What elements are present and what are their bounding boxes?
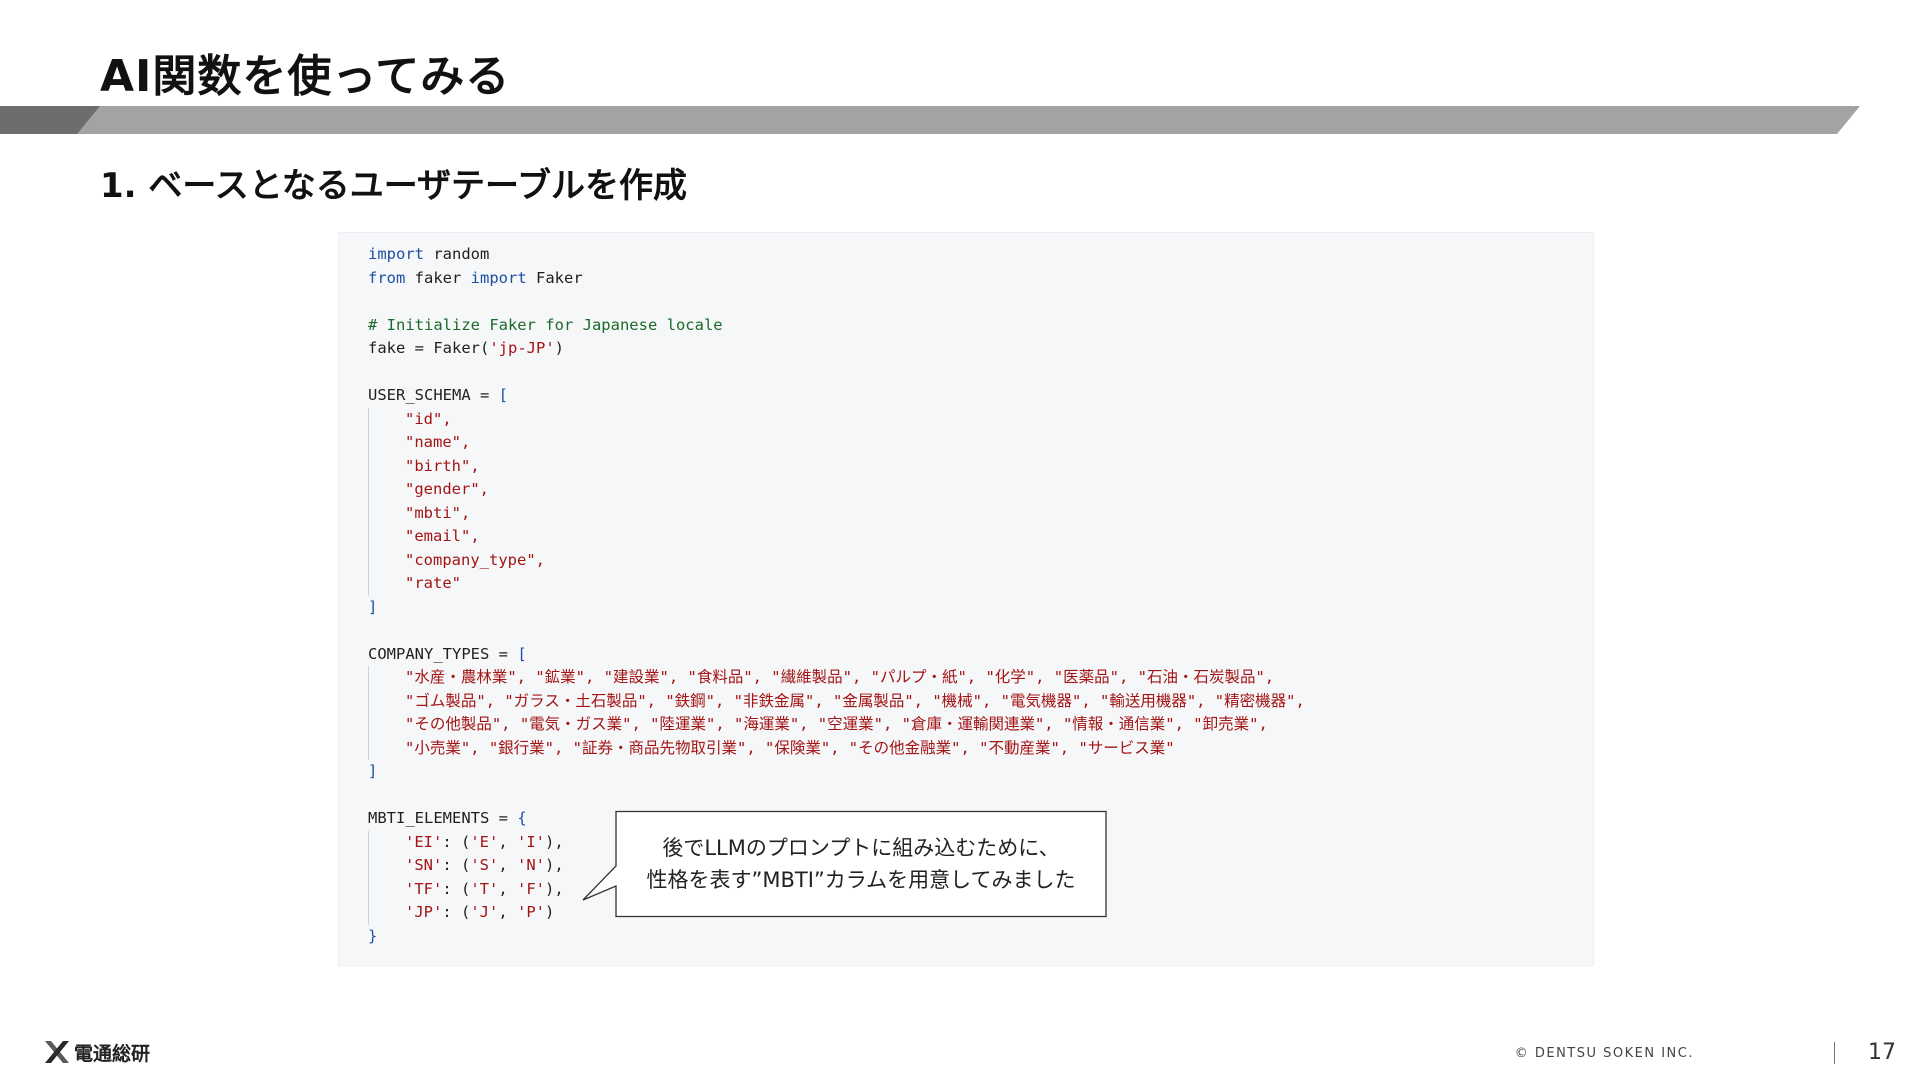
code-string: 'TF' xyxy=(405,879,443,898)
code-string: 'F' xyxy=(517,879,545,898)
code-text: ) xyxy=(545,903,555,921)
section-subtitle: 1. ベースとなるユーザテーブルを作成 xyxy=(100,166,687,206)
code-string: 'T' xyxy=(470,879,499,898)
x-logo-icon xyxy=(45,1041,69,1063)
code-string: "その他製品", "電気・ガス業", "陸運業", "海運業", "空運業", … xyxy=(405,715,1268,733)
code-list-item: "company_type", xyxy=(368,548,1305,572)
code-list-item: "birth", xyxy=(368,454,1305,478)
code-text: USER_SCHEMA = xyxy=(368,386,499,404)
code-string: 'EI' xyxy=(405,832,443,851)
code-line-import-random: import random xyxy=(368,243,1305,267)
code-string: "rate" xyxy=(405,574,461,592)
code-list-item: "小売業", "銀行業", "証券・商品先物取引業", "保険業", "その他金… xyxy=(368,736,1305,760)
company-logo: 電通総研 xyxy=(42,1038,150,1066)
callout-line-1: 後でLLMのプロンプトに組み込むために、 xyxy=(662,836,1060,860)
code-list-item: "gender", xyxy=(368,478,1305,502)
title-divider-bar xyxy=(0,106,1860,134)
code-string: 'jp-JP' xyxy=(489,339,555,357)
code-line-close-bracket: ] xyxy=(368,760,1305,784)
code-line-company-types: COMPANY_TYPES = [ xyxy=(368,643,1305,667)
code-string: "id", xyxy=(405,409,452,428)
code-list-item: "email", xyxy=(368,525,1305,549)
code-text: ) xyxy=(554,339,564,357)
code-bracket: { xyxy=(517,809,527,827)
code-keyword: from xyxy=(368,268,406,287)
code-string: 'E' xyxy=(470,832,499,851)
code-list-item: "name", xyxy=(368,431,1305,455)
code-string: 'SN' xyxy=(405,856,443,874)
code-bracket: } xyxy=(368,926,378,945)
code-string: "水産・農林業", "鉱業", "建設業", "食料品", "繊維製品", "パ… xyxy=(405,668,1275,686)
slide: AI関数を使ってみる 1. ベースとなるユーザテーブルを作成 import ra… xyxy=(0,0,1920,1080)
copyright-notice: © DENTSU SOKEN INC. xyxy=(1514,1046,1694,1061)
code-string: 'I' xyxy=(517,832,545,851)
code-text: COMPANY_TYPES = xyxy=(368,644,518,663)
code-line-fake-assign: fake = Faker('jp-JP') xyxy=(368,337,1305,361)
code-string: 'JP' xyxy=(405,903,443,921)
code-list-item: "mbti", xyxy=(368,501,1305,525)
code-string: "mbti", xyxy=(405,503,471,522)
code-line-user-schema: USER_SCHEMA = [ xyxy=(368,384,1305,408)
code-list-item: "id", xyxy=(368,407,1305,431)
code-string: "name", xyxy=(405,433,471,451)
code-bracket: [ xyxy=(498,386,508,404)
code-list-item: "rate" xyxy=(368,572,1305,596)
code-bracket: ] xyxy=(368,597,378,616)
code-text: ), xyxy=(545,879,564,898)
logo-wordmark: 電通総研 xyxy=(74,1042,151,1065)
code-bracket: ] xyxy=(368,762,378,780)
code-text: faker xyxy=(405,268,471,287)
code-line-close-bracket: ] xyxy=(368,596,1305,620)
code-string: "ゴム製品", "ガラス・土石製品", "鉄鋼", "非鉄金属", "金属製品"… xyxy=(405,691,1305,710)
code-text: fake = Faker( xyxy=(368,339,490,357)
code-list-item: "ゴム製品", "ガラス・土石製品", "鉄鋼", "非鉄金属", "金属製品"… xyxy=(368,689,1305,713)
code-line-from-faker: from faker import Faker xyxy=(368,267,1305,291)
code-text: MBTI_ELEMENTS = xyxy=(368,809,518,827)
code-string: "email", xyxy=(405,527,480,545)
code-keyword: import xyxy=(368,245,424,263)
code-string: 'S' xyxy=(470,856,499,874)
code-string: "小売業", "銀行業", "証券・商品先物取引業", "保険業", "その他金… xyxy=(405,738,1175,757)
code-string: "gender", xyxy=(405,480,489,498)
footer-divider xyxy=(1834,1042,1835,1064)
code-string: 'N' xyxy=(517,856,545,874)
code-text: ), xyxy=(545,832,564,851)
code-string: 'P' xyxy=(517,903,545,921)
slide-title: AI関数を使ってみる xyxy=(100,51,511,102)
code-text: ), xyxy=(545,856,564,874)
code-string: 'J' xyxy=(470,903,499,921)
callout-text: 後でLLMのプロンプトに組み込むために、 性格を表す”MBTI”カラムを用意して… xyxy=(616,811,1106,917)
code-list-item: "その他製品", "電気・ガス業", "陸運業", "海運業", "空運業", … xyxy=(368,713,1305,737)
code-list-item: "水産・農林業", "鉱業", "建設業", "食料品", "繊維製品", "パ… xyxy=(368,666,1305,690)
page-number: 17 xyxy=(1868,1040,1896,1065)
annotation-callout: 後でLLMのプロンプトに組み込むために、 性格を表す”MBTI”カラムを用意して… xyxy=(582,810,1107,918)
code-string: "birth", xyxy=(405,456,480,475)
code-comment: # Initialize Faker for Japanese locale xyxy=(368,315,723,334)
code-keyword: import xyxy=(470,268,527,287)
code-text: Faker xyxy=(526,268,583,287)
code-text: random xyxy=(424,245,490,263)
code-line-close-brace: } xyxy=(368,925,1305,949)
code-bracket: [ xyxy=(517,644,527,663)
code-string: "company_type", xyxy=(405,550,545,569)
callout-line-2: 性格を表す”MBTI”カラムを用意してみました xyxy=(646,868,1076,892)
